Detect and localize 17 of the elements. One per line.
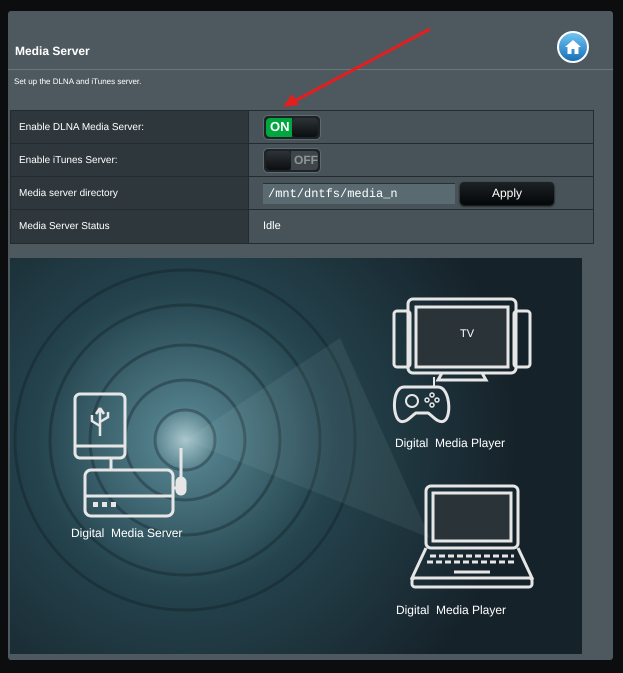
player-label: Digital Media Player <box>394 435 506 452</box>
page-title: Media Server <box>15 43 90 60</box>
setting-label: Media Server Status <box>11 210 249 243</box>
setting-label: Enable DLNA Media Server: <box>11 111 249 143</box>
home-button[interactable] <box>557 31 589 63</box>
apply-button[interactable]: Apply <box>460 182 554 204</box>
setting-label: Media server directory <box>11 177 249 209</box>
page-description: Set up the DLNA and iTunes server. <box>13 76 142 88</box>
status-text: Idle <box>263 219 281 234</box>
setting-label: Enable iTunes Server: <box>11 144 249 176</box>
player-label: Digital Media Player <box>394 602 508 619</box>
toggle-switch[interactable]: OFF <box>263 148 321 172</box>
toggle-switch[interactable]: ON <box>263 114 321 140</box>
home-icon <box>564 39 582 55</box>
server-label: Digital Media Server <box>71 525 182 542</box>
directory-input[interactable]: /mnt/dntfs/media_n <box>263 182 455 204</box>
screen-label: TV <box>460 327 474 342</box>
